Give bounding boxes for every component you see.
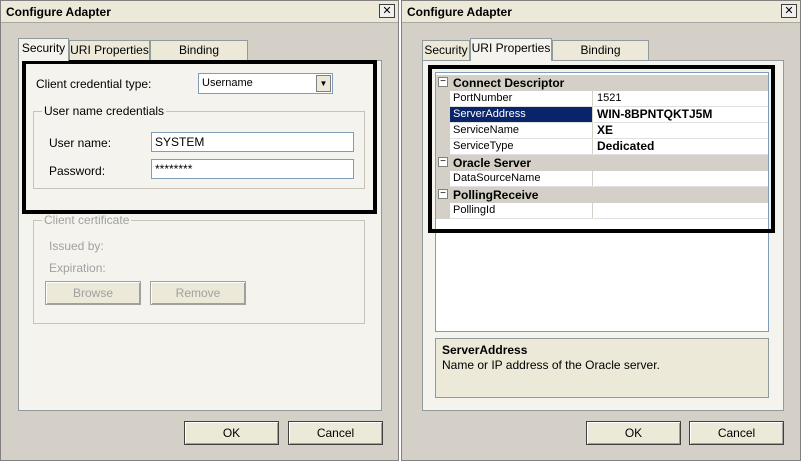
security-tab-page: Client credential type: Username ▼ User …	[18, 60, 382, 411]
tab-binding-properties[interactable]: Binding Properties	[552, 40, 649, 76]
tab-security[interactable]: Security	[18, 38, 69, 61]
property-name: ServiceType	[450, 139, 593, 155]
property-row-datasourcename[interactable]: DataSourceName	[436, 171, 768, 187]
configure-adapter-dialog-security: Configure Adapter ✕ Security URI Propert…	[0, 0, 399, 461]
property-name: PollingId	[450, 203, 593, 219]
collapse-icon[interactable]: −	[438, 77, 448, 87]
dialog-title: Configure Adapter	[6, 5, 111, 19]
category-polling-receive[interactable]: − PollingReceive	[436, 187, 768, 203]
password-input[interactable]: ********	[151, 159, 354, 179]
client-credential-type-select[interactable]: Username ▼	[198, 73, 333, 94]
property-name: DataSourceName	[450, 171, 593, 187]
tab-uri-properties[interactable]: URI Properties	[69, 40, 150, 61]
category-connect-descriptor[interactable]: − Connect Descriptor	[436, 75, 768, 91]
property-name: ServerAddress	[450, 107, 593, 123]
property-value[interactable]	[594, 171, 768, 187]
tab-uri-properties[interactable]: URI Properties	[470, 38, 552, 61]
property-value[interactable]: 1521	[594, 91, 768, 107]
property-name: ServiceName	[450, 123, 593, 139]
cancel-button[interactable]: Cancel	[288, 421, 383, 445]
category-label: Connect Descriptor	[453, 76, 565, 90]
dialog-title: Configure Adapter	[407, 5, 512, 19]
property-row-serveraddress[interactable]: ServerAddress WIN-8BPNTQKTJ5M	[436, 107, 768, 123]
property-row-pollingid[interactable]: PollingId	[436, 203, 768, 219]
category-label: Oracle Server	[453, 156, 532, 170]
password-label: Password:	[49, 164, 106, 178]
client-certificate-group: Client certificate Issued by: Expiration…	[33, 213, 365, 324]
property-grid: − Connect Descriptor PortNumber 1521 Ser…	[435, 72, 769, 332]
remove-button[interactable]: Remove	[150, 281, 246, 305]
client-credential-type-value: Username	[202, 77, 253, 89]
category-label: PollingReceive	[453, 188, 539, 202]
property-value[interactable]	[594, 203, 768, 219]
tab-binding-properties[interactable]: Binding Properties	[150, 40, 248, 76]
property-row-servicename[interactable]: ServiceName XE	[436, 123, 768, 139]
user-name-credentials-group: User name credentials User name: SYSTEM …	[33, 104, 365, 189]
client-credential-type-label: Client credential type:	[36, 77, 152, 91]
ok-button[interactable]: OK	[184, 421, 279, 445]
description-text: Name or IP address of the Oracle server.	[442, 358, 660, 372]
tab-security[interactable]: Security	[422, 40, 470, 61]
property-value[interactable]: WIN-8BPNTQKTJ5M	[594, 107, 768, 123]
description-title: ServerAddress	[442, 343, 528, 357]
property-value[interactable]: XE	[594, 123, 768, 139]
client-certificate-title: Client certificate	[42, 213, 132, 227]
title-bar: Configure Adapter ✕	[402, 1, 800, 23]
category-oracle-server[interactable]: − Oracle Server	[436, 155, 768, 171]
property-value[interactable]: Dedicated	[594, 139, 768, 155]
collapse-icon[interactable]: −	[438, 189, 448, 199]
property-name: PortNumber	[450, 91, 593, 107]
username-input[interactable]: SYSTEM	[151, 132, 354, 152]
username-label: User name:	[49, 136, 112, 150]
cancel-button[interactable]: Cancel	[689, 421, 784, 445]
close-icon[interactable]: ✕	[379, 4, 395, 18]
chevron-down-icon[interactable]: ▼	[316, 75, 331, 92]
title-bar: Configure Adapter ✕	[1, 1, 398, 23]
uri-properties-tab-page: − Connect Descriptor PortNumber 1521 Ser…	[422, 60, 784, 411]
property-row-portnumber[interactable]: PortNumber 1521	[436, 91, 768, 107]
property-description-panel: ServerAddress Name or IP address of the …	[435, 338, 769, 398]
configure-adapter-dialog-uri: Configure Adapter ✕ Security URI Propert…	[401, 0, 801, 461]
expiration-label: Expiration:	[49, 261, 106, 275]
collapse-icon[interactable]: −	[438, 157, 448, 167]
close-icon[interactable]: ✕	[781, 4, 797, 18]
ok-button[interactable]: OK	[586, 421, 681, 445]
user-name-credentials-title: User name credentials	[42, 104, 167, 118]
issued-by-label: Issued by:	[49, 239, 104, 253]
browse-button[interactable]: Browse	[45, 281, 141, 305]
property-row-servicetype[interactable]: ServiceType Dedicated	[436, 139, 768, 155]
